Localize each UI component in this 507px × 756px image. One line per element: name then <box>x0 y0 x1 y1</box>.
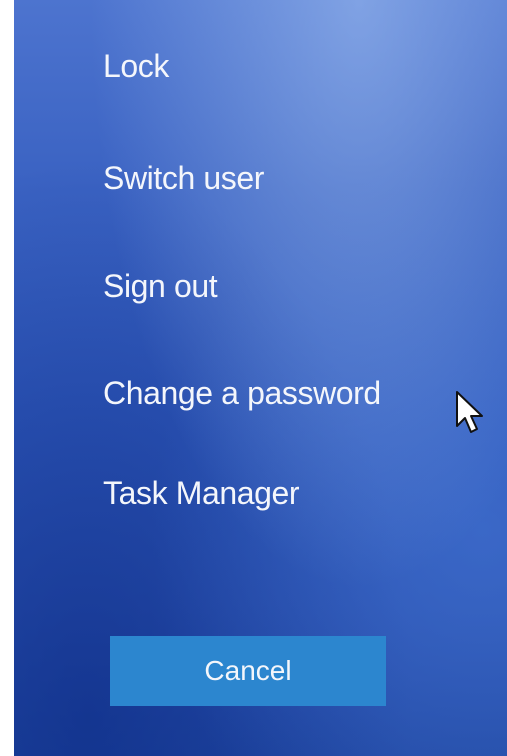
mouse-pointer-icon <box>456 391 483 433</box>
switch-user-option[interactable]: Switch user <box>103 158 264 198</box>
change-password-option[interactable]: Change a password <box>103 373 381 413</box>
security-options-screen: Lock Switch user Sign out Change a passw… <box>14 0 507 756</box>
task-manager-option[interactable]: Task Manager <box>103 473 300 513</box>
sign-out-option[interactable]: Sign out <box>103 266 218 306</box>
lock-option[interactable]: Lock <box>103 46 169 86</box>
cancel-button[interactable]: Cancel <box>110 636 386 706</box>
